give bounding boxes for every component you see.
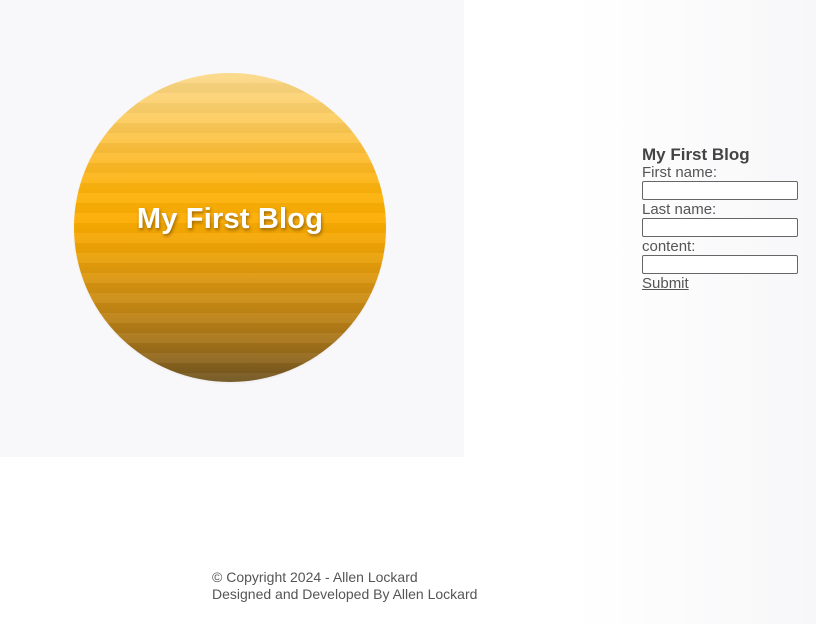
blog-form: My First Blog First name: Last name: con… — [642, 145, 802, 293]
last-name-label: Last name: — [642, 201, 717, 218]
content-label: content: — [642, 238, 696, 255]
last-name-input[interactable] — [642, 218, 798, 237]
first-name-input[interactable] — [642, 181, 798, 200]
first-name-label: First name: — [642, 164, 718, 181]
page: My First Blog My First Blog First name: … — [0, 0, 816, 624]
copyright-text: © Copyright 2024 - Allen Lockard — [212, 569, 418, 585]
footer: © Copyright 2024 - Allen Lockard Designe… — [212, 569, 477, 603]
credit-text: Designed and Developed By Allen Lockard — [212, 586, 478, 602]
hero-panel: My First Blog — [0, 0, 464, 457]
submit-link[interactable]: Submit — [642, 275, 689, 292]
sun-logo: My First Blog — [74, 73, 386, 382]
form-heading: My First Blog — [642, 145, 750, 164]
content-input[interactable] — [642, 255, 798, 274]
hero-title: My First Blog — [136, 203, 324, 235]
